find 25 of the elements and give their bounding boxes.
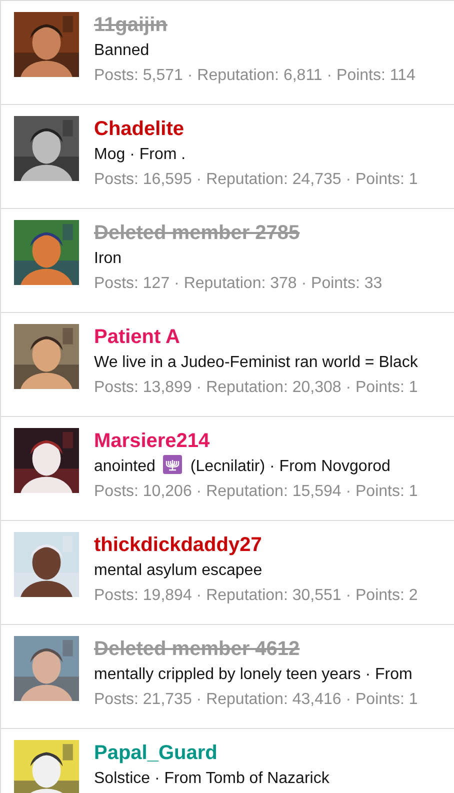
member-title: Solstice · From Tomb of Nazarick [94, 769, 330, 789]
member-stats: Posts: 10,206 · Reputation: 15,594 · Points: 1 [94, 482, 418, 502]
menorah-icon [163, 455, 182, 474]
member-title: We live in a Judeo-Feminist ran world = Black [94, 353, 418, 373]
member-stats: Posts: 13,899 · Reputation: 20,308 · Points: 1 [94, 378, 418, 398]
member-title: anointed [94, 458, 156, 475]
member-stats: Posts: 21,735 · Reputation: 43,416 · Points: 1 [94, 690, 418, 710]
member-stats: Posts: 127 · Reputation: 378 · Points: 33 [94, 274, 382, 294]
member-name-link[interactable]: Papal_Guard [94, 740, 218, 766]
member-title: mentally crippled by lonely teen years · From [94, 665, 412, 685]
member-name-link[interactable]: Marsiere214 [94, 428, 210, 454]
member-name-link[interactable]: Deleted member 4612 [94, 636, 300, 662]
member-stats: Posts: 5,571 · Reputation: 6,811 · Points: 114 [94, 66, 416, 86]
member-stats: Posts: 19,894 · Reputation: 30,551 · Points: 2 [94, 586, 418, 606]
member-name-link[interactable]: Deleted member 2785 [94, 220, 300, 246]
member-title: Mog · From . [94, 145, 186, 165]
member-stats: Posts: 16,595 · Reputation: 24,735 · Points: 1 [94, 170, 418, 190]
member-title: Banned [94, 41, 150, 61]
member-name-link[interactable]: 11gaijin [94, 12, 168, 38]
member-name-link[interactable]: Patient A [94, 324, 180, 350]
member-name-link[interactable]: thickdickdaddy27 [94, 532, 262, 558]
member-title: Iron [94, 249, 122, 269]
member-title: mental asylum escapee [94, 561, 262, 581]
member-name-link[interactable]: Chadelite [94, 116, 184, 142]
member-title: (Lecnilatir) · From Novgorod [190, 458, 390, 475]
